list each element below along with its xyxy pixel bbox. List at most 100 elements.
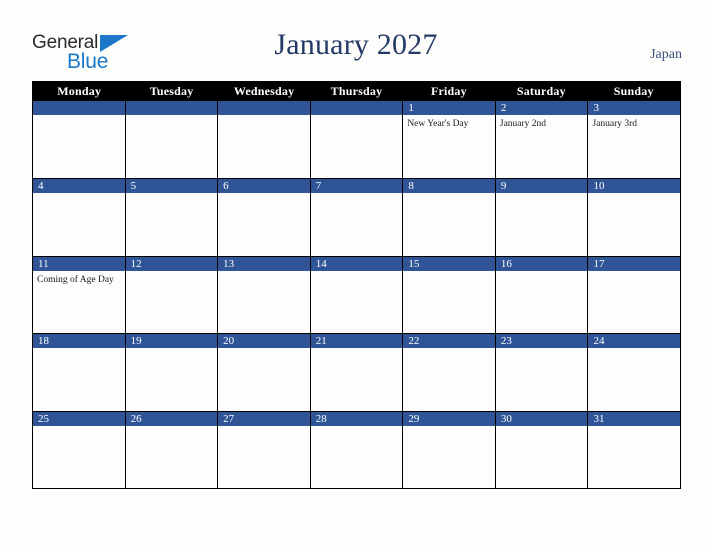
day-number: 14 — [310, 256, 403, 271]
day-events — [403, 193, 495, 255]
day-events — [126, 271, 218, 333]
calendar-day-cell-14[interactable]: 14 — [309, 256, 403, 334]
day-number: 12 — [125, 256, 218, 271]
calendar-day-cell-27[interactable]: 27 — [217, 411, 310, 488]
calendar-day-cell-15[interactable]: 15 — [402, 256, 495, 334]
day-number — [218, 101, 310, 115]
calendar-day-cell-20[interactable]: 20 — [217, 334, 310, 411]
day-number: 29 — [403, 411, 495, 426]
page-header: General Blue January 2027 Japan — [0, 0, 712, 81]
day-number — [33, 101, 125, 115]
day-number: 3 — [588, 101, 681, 115]
day-events — [126, 115, 218, 178]
day-events: Coming of Age Day — [33, 271, 125, 333]
weekday-header-thursday: Thursday — [330, 84, 383, 98]
holiday-label: January 2nd — [499, 119, 547, 129]
calendar-day-cell-12[interactable]: 12 — [124, 256, 218, 334]
day-number: 22 — [403, 334, 495, 349]
weekday-header-tuesday: Tuesday — [149, 84, 194, 98]
day-events — [126, 426, 218, 488]
day-events — [311, 271, 403, 333]
calendar-day-cell-9[interactable]: 9 — [494, 179, 588, 256]
calendar-day-cell-22[interactable]: 22 — [402, 334, 495, 411]
calendar-week-row: 18 19 20 21 22 23 24 — [33, 333, 681, 411]
day-number: 21 — [310, 334, 403, 349]
calendar-day-cell-10[interactable]: 10 — [587, 179, 681, 256]
day-events: January 3rd — [588, 115, 680, 178]
day-number: 19 — [125, 334, 218, 349]
holiday-label: Coming of Age Day — [37, 274, 114, 285]
calendar-day-cell-21[interactable]: 21 — [309, 334, 403, 411]
calendar-day-cell-8[interactable]: 8 — [402, 179, 495, 256]
day-events — [403, 271, 495, 333]
day-events — [33, 348, 125, 410]
day-number: 13 — [218, 256, 310, 271]
calendar-week-row: 4 5 6 7 8 9 10 — [33, 178, 681, 256]
holiday-label: New Year's Day — [407, 119, 469, 129]
calendar-day-cell-28[interactable]: 28 — [309, 411, 403, 488]
day-number: 28 — [310, 411, 403, 426]
day-events — [218, 193, 310, 255]
calendar-day-cell-29[interactable]: 29 — [402, 411, 495, 488]
calendar-weeks: 1 New Year's Day 2 January 2nd 3 January 3rd 4… — [33, 101, 681, 488]
day-events — [33, 426, 125, 488]
calendar-day-cell-empty[interactable] — [217, 101, 310, 179]
day-events — [126, 193, 218, 255]
calendar-day-cell-4[interactable]: 4 — [33, 179, 125, 256]
calendar-week-row: 11 Coming of Age Day 12 13 14 15 16 17 — [33, 255, 681, 334]
weekday-header-row: Monday Tuesday Wednesday Thursday Friday Satu… — [33, 81, 680, 101]
day-events — [496, 193, 588, 255]
country-label: Japan — [650, 47, 682, 62]
calendar-day-cell-30[interactable]: 30 — [494, 411, 588, 488]
calendar-day-cell-25[interactable]: 25 — [33, 411, 125, 488]
day-events — [311, 115, 403, 178]
weekday-header-friday: Friday — [430, 84, 467, 98]
day-events — [218, 271, 310, 333]
day-number: 24 — [588, 334, 681, 349]
day-number: 2 — [495, 101, 588, 115]
day-number: 11 — [33, 256, 125, 271]
day-number: 30 — [495, 411, 588, 426]
day-number — [310, 101, 403, 115]
calendar-day-cell-1[interactable]: 1 New Year's Day — [402, 101, 495, 179]
calendar-week-row: 1 New Year's Day 2 January 2nd 3 January 3rd — [33, 101, 681, 179]
calendar-day-cell-17[interactable]: 17 — [587, 256, 681, 334]
day-number: 15 — [403, 256, 495, 271]
holiday-label: January 3rd — [592, 119, 638, 129]
day-events — [218, 426, 310, 488]
day-number: 27 — [218, 411, 310, 426]
weekday-header-monday: Monday — [57, 84, 102, 98]
calendar-day-cell-empty[interactable] — [33, 101, 125, 179]
day-number: 25 — [33, 411, 125, 426]
calendar-day-cell-16[interactable]: 16 — [494, 256, 588, 334]
page-title: January 2027 — [274, 28, 438, 61]
calendar-day-cell-19[interactable]: 19 — [124, 334, 218, 411]
calendar-day-cell-24[interactable]: 24 — [587, 334, 681, 411]
calendar-week-row: 25 26 27 28 29 30 31 — [33, 410, 681, 488]
day-number: 26 — [125, 411, 218, 426]
calendar-day-cell-empty[interactable] — [124, 101, 218, 179]
calendar-day-cell-31[interactable]: 31 — [587, 411, 681, 488]
day-number: 17 — [588, 256, 681, 271]
calendar-day-cell-7[interactable]: 7 — [309, 179, 403, 256]
calendar-day-cell-26[interactable]: 26 — [124, 411, 218, 488]
day-number: 6 — [218, 179, 310, 194]
day-events — [588, 426, 680, 488]
calendar-day-cell-13[interactable]: 13 — [217, 256, 310, 334]
calendar-day-cell-empty[interactable] — [309, 101, 403, 179]
weekday-header-sunday: Sunday — [613, 84, 654, 98]
calendar-day-cell-2[interactable]: 2 January 2nd — [494, 101, 588, 179]
calendar-day-cell-6[interactable]: 6 — [217, 179, 310, 256]
day-events — [126, 348, 218, 410]
day-events — [33, 193, 125, 255]
day-events — [403, 348, 495, 410]
calendar-day-cell-11[interactable]: 11 Coming of Age Day — [33, 256, 125, 334]
day-number — [125, 101, 218, 115]
day-events — [403, 426, 495, 488]
day-events — [496, 426, 588, 488]
calendar-day-cell-5[interactable]: 5 — [124, 179, 218, 256]
calendar-day-cell-3[interactable]: 3 January 3rd — [587, 101, 681, 179]
calendar-day-cell-18[interactable]: 18 — [33, 334, 125, 411]
calendar-day-cell-23[interactable]: 23 — [494, 334, 588, 411]
day-number: 5 — [125, 179, 218, 194]
